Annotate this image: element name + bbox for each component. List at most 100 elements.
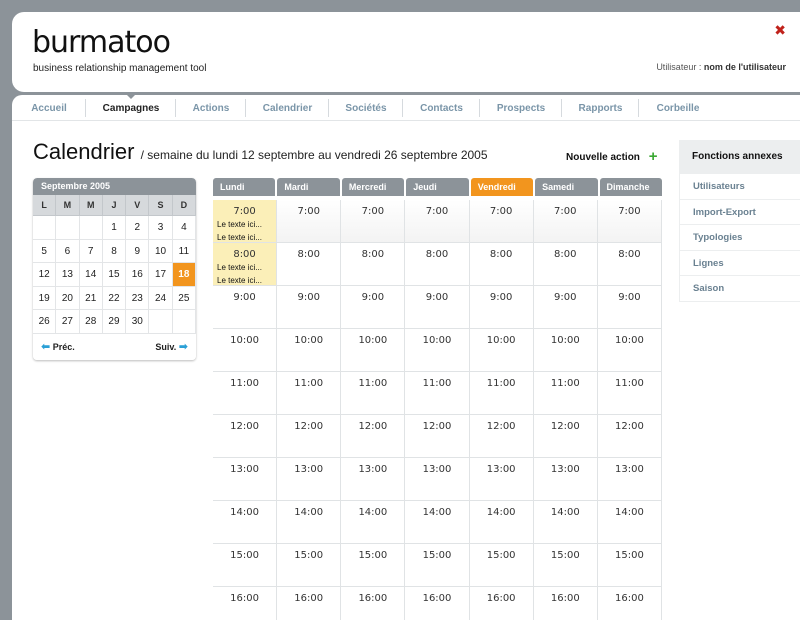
day-header-mercredi[interactable]: Mercredi [341, 178, 405, 196]
time-slot[interactable]: 13:00 [597, 458, 662, 501]
time-slot[interactable]: 12:00 [277, 415, 342, 458]
time-slot-event[interactable]: 7:00 Le texte ici... Le texte ici... [213, 200, 278, 243]
time-slot[interactable]: 15:00 [469, 544, 534, 587]
event-text[interactable]: Le texte ici... [213, 220, 276, 230]
time-slot[interactable]: 15:00 [213, 544, 278, 587]
calendar-day[interactable]: 2 [126, 216, 150, 240]
day-header-dimanche[interactable]: Dimanche [599, 178, 662, 196]
calendar-day[interactable]: 15 [102, 263, 127, 287]
time-slot[interactable]: 7:00 [277, 200, 342, 243]
time-slot[interactable]: 8:00 [597, 243, 662, 286]
calendar-day[interactable]: 14 [79, 263, 103, 287]
time-slot[interactable]: 12:00 [533, 415, 598, 458]
day-header-mardi[interactable]: Mardi [277, 178, 340, 196]
time-slot[interactable]: 16:00 [469, 587, 534, 620]
calendar-day[interactable]: 30 [126, 310, 150, 334]
time-slot-event[interactable]: 8:00 Le texte ici... Le texte ici... [213, 243, 278, 286]
time-slot[interactable]: 13:00 [277, 458, 342, 501]
time-slot[interactable]: 9:00 [533, 286, 598, 329]
time-slot[interactable]: 12:00 [405, 415, 470, 458]
time-slot[interactable]: 11:00 [405, 372, 470, 415]
side-link-utilisateurs[interactable]: Utilisateurs [680, 174, 800, 200]
time-slot[interactable]: 16:00 [277, 587, 342, 620]
time-slot[interactable]: 16:00 [597, 587, 662, 620]
prev-month-button[interactable]: ⬅ Préc. [41, 340, 75, 353]
calendar-day[interactable]: 27 [56, 310, 80, 334]
time-slot[interactable]: 16:00 [213, 587, 278, 620]
calendar-day[interactable]: 26 [33, 310, 57, 334]
time-slot[interactable]: 11:00 [277, 372, 342, 415]
time-slot[interactable]: 11:00 [533, 372, 598, 415]
time-slot[interactable]: 12:00 [597, 415, 662, 458]
time-slot[interactable]: 9:00 [213, 286, 278, 329]
calendar-day[interactable]: 21 [79, 286, 103, 310]
calendar-day[interactable]: 3 [149, 216, 173, 240]
time-slot[interactable]: 15:00 [341, 544, 406, 587]
time-slot[interactable]: 10:00 [277, 329, 342, 372]
time-slot[interactable]: 10:00 [213, 329, 278, 372]
time-slot[interactable]: 14:00 [341, 501, 406, 544]
time-slot[interactable]: 10:00 [405, 329, 470, 372]
new-action-button[interactable]: Nouvelle action + [566, 149, 657, 164]
time-slot[interactable]: 16:00 [533, 587, 598, 620]
time-slot[interactable]: 9:00 [405, 286, 470, 329]
time-slot[interactable]: 13:00 [533, 458, 598, 501]
time-slot[interactable]: 7:00 [469, 200, 534, 243]
time-slot[interactable]: 13:00 [405, 458, 470, 501]
time-slot[interactable]: 15:00 [277, 544, 342, 587]
time-slot[interactable]: 8:00 [533, 243, 598, 286]
calendar-day[interactable]: 13 [56, 263, 80, 287]
tab-contacts[interactable]: Contacts [403, 95, 480, 121]
time-slot[interactable]: 12:00 [341, 415, 406, 458]
time-slot[interactable]: 15:00 [405, 544, 470, 587]
calendar-day[interactable]: 11 [172, 239, 196, 263]
time-slot[interactable]: 8:00 [341, 243, 406, 286]
time-slot[interactable]: 10:00 [597, 329, 662, 372]
time-slot[interactable]: 14:00 [469, 501, 534, 544]
side-link-saison[interactable]: Saison [680, 276, 800, 302]
time-slot[interactable]: 9:00 [341, 286, 406, 329]
calendar-day[interactable]: 10 [149, 239, 173, 263]
calendar-day[interactable]: 7 [79, 239, 103, 263]
event-text[interactable]: Le texte ici... [213, 233, 276, 243]
time-slot[interactable]: 7:00 [533, 200, 598, 243]
time-slot[interactable]: 9:00 [469, 286, 534, 329]
time-slot[interactable]: 12:00 [213, 415, 278, 458]
time-slot[interactable]: 16:00 [341, 587, 406, 620]
tab-prospects[interactable]: Prospects [480, 95, 562, 121]
side-link-lignes[interactable]: Lignes [680, 251, 800, 277]
time-slot[interactable]: 10:00 [533, 329, 598, 372]
time-slot[interactable]: 15:00 [533, 544, 598, 587]
app-logo[interactable]: burmatoo [32, 28, 171, 58]
calendar-day[interactable]: 24 [149, 286, 173, 310]
tab-rapports[interactable]: Rapports [562, 95, 639, 121]
calendar-day[interactable]: 12 [33, 263, 57, 287]
calendar-day[interactable]: 23 [126, 286, 150, 310]
calendar-day[interactable]: 19 [33, 286, 57, 310]
time-slot[interactable]: 7:00 [341, 200, 406, 243]
next-month-button[interactable]: Suiv. ➡ [155, 340, 188, 353]
time-slot[interactable]: 13:00 [469, 458, 534, 501]
day-header-lundi[interactable]: Lundi [213, 178, 276, 196]
time-slot[interactable]: 13:00 [213, 458, 278, 501]
user-name[interactable]: nom de l'utilisateur [704, 62, 786, 72]
time-slot[interactable]: 14:00 [597, 501, 662, 544]
time-slot[interactable]: 14:00 [405, 501, 470, 544]
time-slot[interactable]: 11:00 [597, 372, 662, 415]
calendar-day[interactable]: 16 [126, 263, 150, 287]
event-text[interactable]: Le texte ici... [213, 263, 276, 273]
time-slot[interactable]: 14:00 [213, 501, 278, 544]
time-slot[interactable]: 8:00 [469, 243, 534, 286]
day-header-vendredi[interactable]: Vendredi [470, 178, 534, 196]
event-text[interactable]: Le texte ici... [213, 276, 276, 286]
time-slot[interactable]: 7:00 [405, 200, 470, 243]
calendar-day[interactable]: 8 [102, 239, 127, 263]
time-slot[interactable]: 11:00 [213, 372, 278, 415]
calendar-day[interactable]: 5 [33, 239, 57, 263]
time-slot[interactable]: 13:00 [341, 458, 406, 501]
day-header-samedi[interactable]: Samedi [535, 178, 598, 196]
time-slot[interactable]: 12:00 [469, 415, 534, 458]
time-slot[interactable]: 15:00 [597, 544, 662, 587]
side-link-import-export[interactable]: Import-Export [680, 200, 800, 226]
calendar-day[interactable]: 29 [102, 310, 127, 334]
